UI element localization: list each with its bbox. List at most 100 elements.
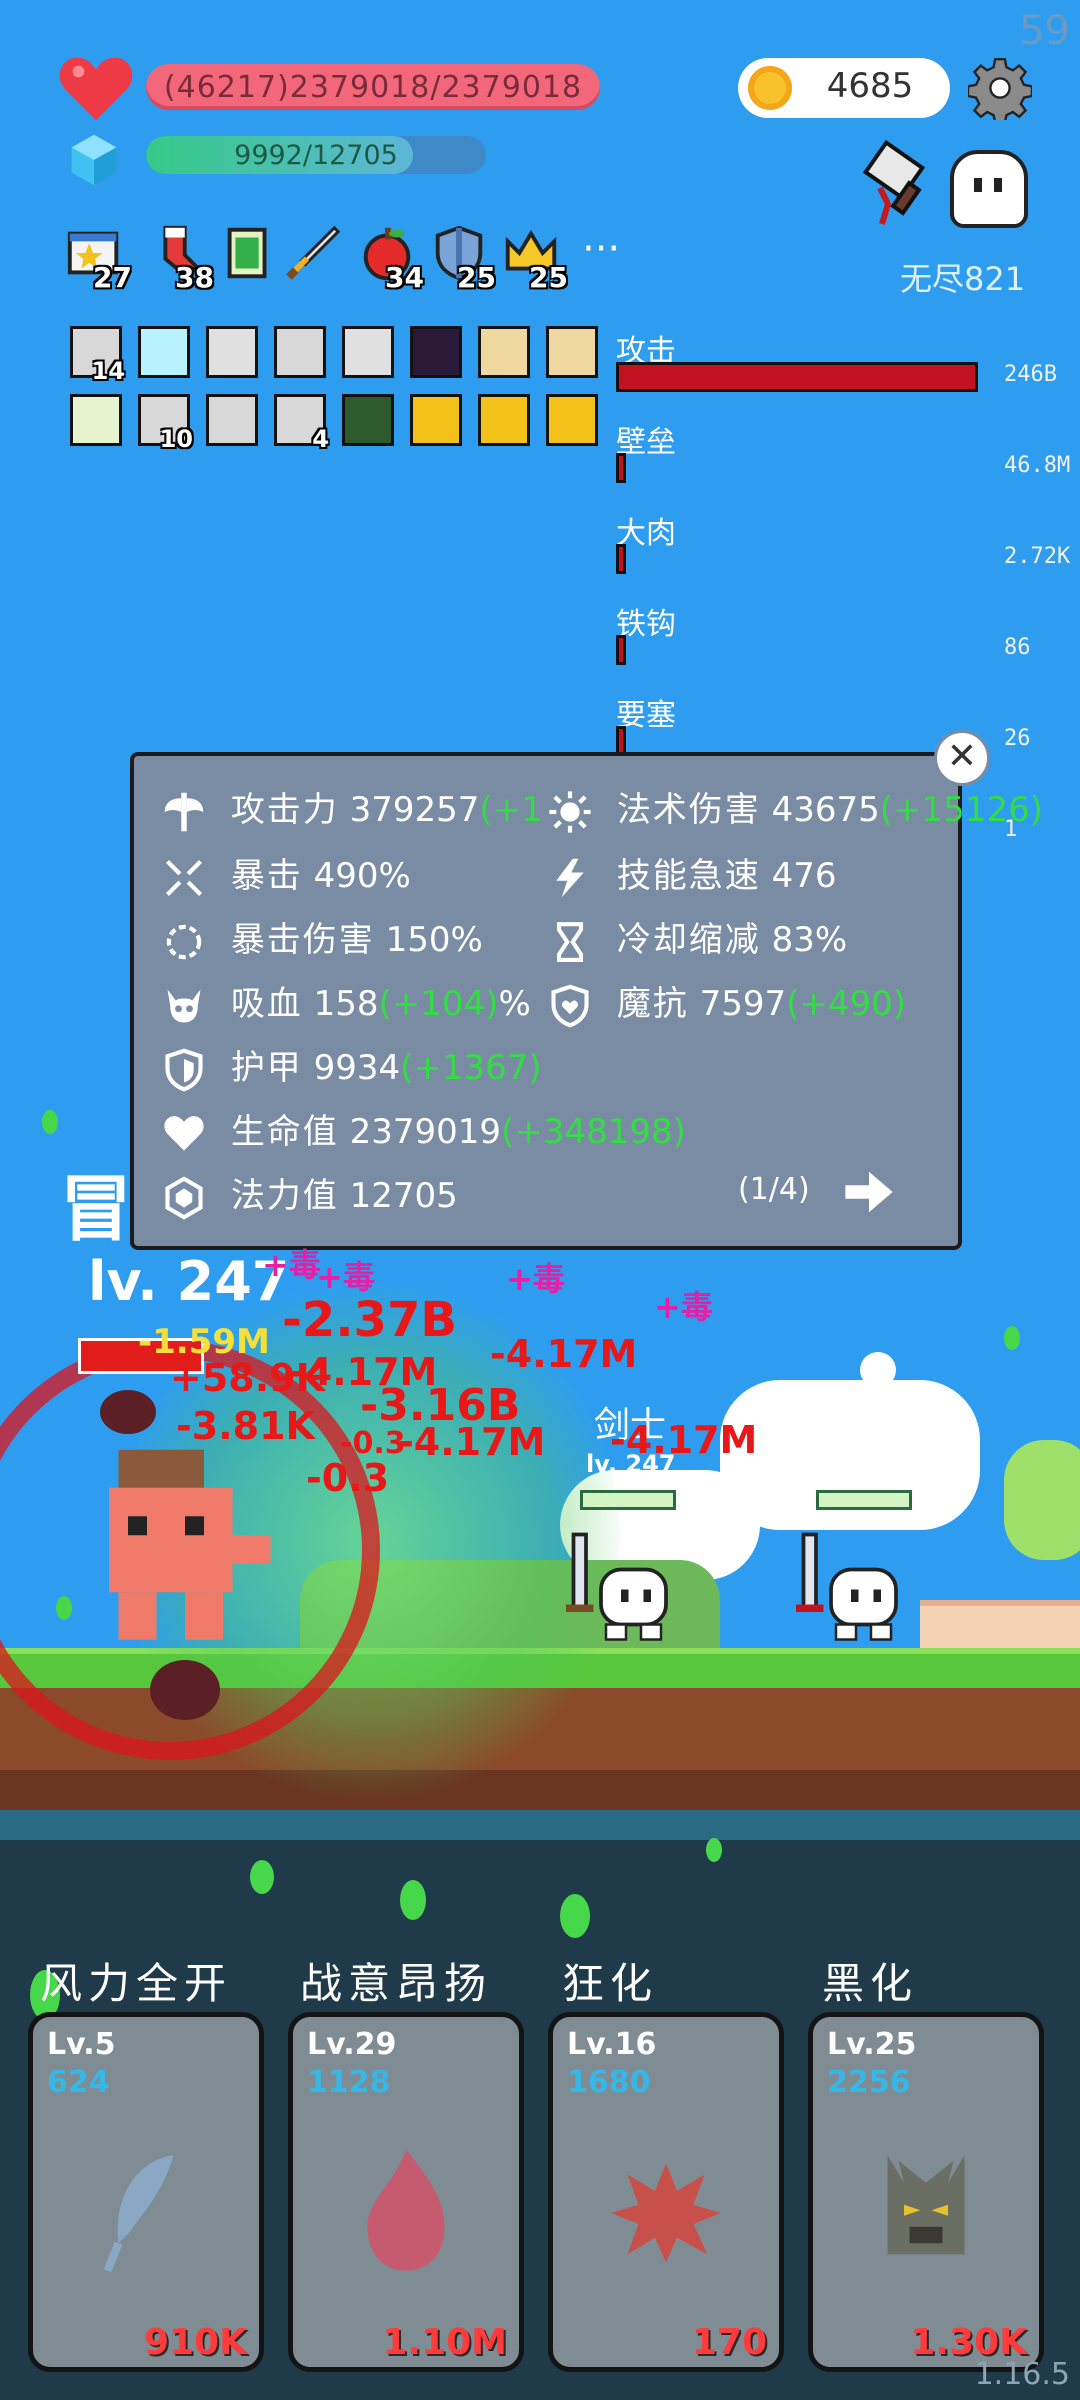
player-level: lv. 247 [88,1250,290,1313]
green-card-item[interactable] [218,222,280,284]
stat-attack: 攻击力 379257(+1 [162,782,543,834]
mp-bar: 9992/12705 [146,136,486,174]
armor-shield-icon [165,1048,203,1091]
leaf-particle [250,1860,274,1894]
skill-card-darken[interactable]: Lv.25 2256 1.30K [808,2012,1044,2372]
skill-name: 风力全开 [40,1959,233,2008]
demon-skull-icon [167,989,201,1022]
skill-card-berserk[interactable]: Lv.16 1680 170 [548,2012,784,2372]
crit-icon [166,859,202,896]
heart-outline-icon [164,1115,204,1150]
equipment-slot[interactable] [206,326,258,378]
ranking-value: 46.8M [1004,453,1071,478]
equipment-count: 4 [312,425,329,453]
leaf-particle [400,1880,426,1920]
gear-icon[interactable] [968,56,1032,120]
skill-value: 1.10M [382,2322,507,2363]
tree [1004,1440,1080,1560]
leaf-particle [56,1596,72,1620]
blood-splat [150,1660,220,1720]
enemy-name: 剑士 [836,1405,909,1446]
skill-card-fighting-spirit[interactable]: Lv.29 1128 1.10M [288,2012,524,2372]
equipment-slot[interactable] [546,394,598,446]
close-button[interactable]: ✕ [934,730,990,786]
skill-value: 170 [691,2322,767,2363]
stat-armor: 护甲 9934(+1367) [162,1040,542,1092]
coin-count: 4685 [826,66,914,106]
stat-magic-resist: 魔抗 7597(+490) [548,976,906,1028]
crown-item[interactable]: 25 [500,222,568,294]
ghost-icon[interactable] [950,150,1028,228]
cleaver-icon[interactable] [860,140,940,230]
equipment-slot[interactable] [342,394,394,446]
ranking-value: 246B [1004,362,1057,387]
skill-cost: 1680 [567,2065,651,2100]
equipment-slot[interactable]: 14 [70,326,125,385]
heart-icon [59,57,133,121]
equipment-slot[interactable] [478,326,530,378]
equipment-slot[interactable] [70,394,122,446]
lightning-icon [556,858,584,897]
equipment-slot[interactable] [410,394,462,446]
equipment-slot[interactable] [206,394,258,446]
leaf-particle [42,1110,58,1134]
sword-icon [286,225,341,280]
item-count: 34 [385,261,424,294]
leaf-particle [560,1894,590,1938]
flame-icon [367,2149,445,2271]
sock-item[interactable]: 38 [146,222,214,294]
more-items-button[interactable]: ··· [582,226,620,272]
damage-number: -4.17M [610,1418,758,1462]
equipment-slot[interactable]: 4 [274,394,329,453]
stat-crit-damage: 暴击伤害 150% [162,912,483,964]
ranking-bar [616,362,978,392]
skill-level: Lv.16 [567,2027,657,2062]
feather-icon [103,2155,174,2273]
skill-value: 910K [143,2322,247,2363]
mp-text: 9992/12705 [234,140,398,171]
mana-gem-icon [71,134,117,186]
poison-label: +毒 [262,1246,321,1284]
skill-cost: 1128 [307,2065,391,2100]
sun-icon [549,790,591,833]
skill-level: Lv.25 [827,2027,917,2062]
shield-item[interactable]: 25 [428,222,496,294]
crystal-icon [165,1175,203,1220]
blood-splat [100,1390,156,1434]
stat-crit: 暴击 490% [162,848,411,900]
equipment-slot[interactable] [478,394,530,446]
item-count: 25 [529,261,568,294]
stat-spell-damage: 法术伤害 43675(+15126) [548,782,1043,834]
star-book-item[interactable]: 27 [64,222,132,294]
next-page-arrow-icon[interactable] [842,1168,896,1216]
equipment-slot[interactable]: 10 [138,394,193,453]
skill-name: 战意昂扬 [300,1959,493,2008]
swordsman-enemy [566,1532,668,1641]
equipment-count: 14 [91,357,125,385]
skill-card-wind[interactable]: Lv.5 624 910K [28,2012,264,2372]
poison-label: +毒 [506,1260,565,1298]
crit-ring-icon [166,924,202,959]
shield-heart-icon [551,984,589,1027]
water [0,1810,1080,1840]
equipment-count: 10 [159,425,193,453]
equipment-slot[interactable] [274,326,326,378]
item-count: 38 [175,261,214,294]
equipment-slot[interactable] [342,326,394,378]
equipment-slot[interactable] [546,326,598,378]
enemy-hp-bar [580,1490,676,1510]
hp-text: (46217)2379018/2379018 [163,70,583,105]
item-count: 27 [93,261,132,294]
equipment-slot[interactable] [410,326,462,378]
fps-counter: 59 [1019,8,1070,54]
damage-number: -2.37B [282,1292,457,1348]
stat-cooldown-reduction: 冷却缩减 83% [548,912,847,964]
stat-lifesteal: 吸血 158(+104)% [162,976,531,1028]
hourglass-icon [556,921,584,962]
stat-mana: 法力值 12705 [162,1168,458,1220]
equipment-slot[interactable] [138,326,190,378]
damage-number: -4.17M [290,1350,438,1394]
skill-cost: 2256 [827,2065,911,2100]
sword-item[interactable] [282,222,344,284]
apple-item[interactable]: 34 [356,222,424,294]
